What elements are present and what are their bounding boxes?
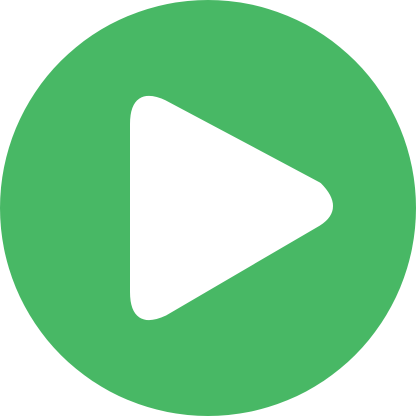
play-button[interactable] bbox=[0, 0, 416, 416]
play-icon bbox=[0, 0, 416, 416]
canvas bbox=[0, 0, 416, 416]
